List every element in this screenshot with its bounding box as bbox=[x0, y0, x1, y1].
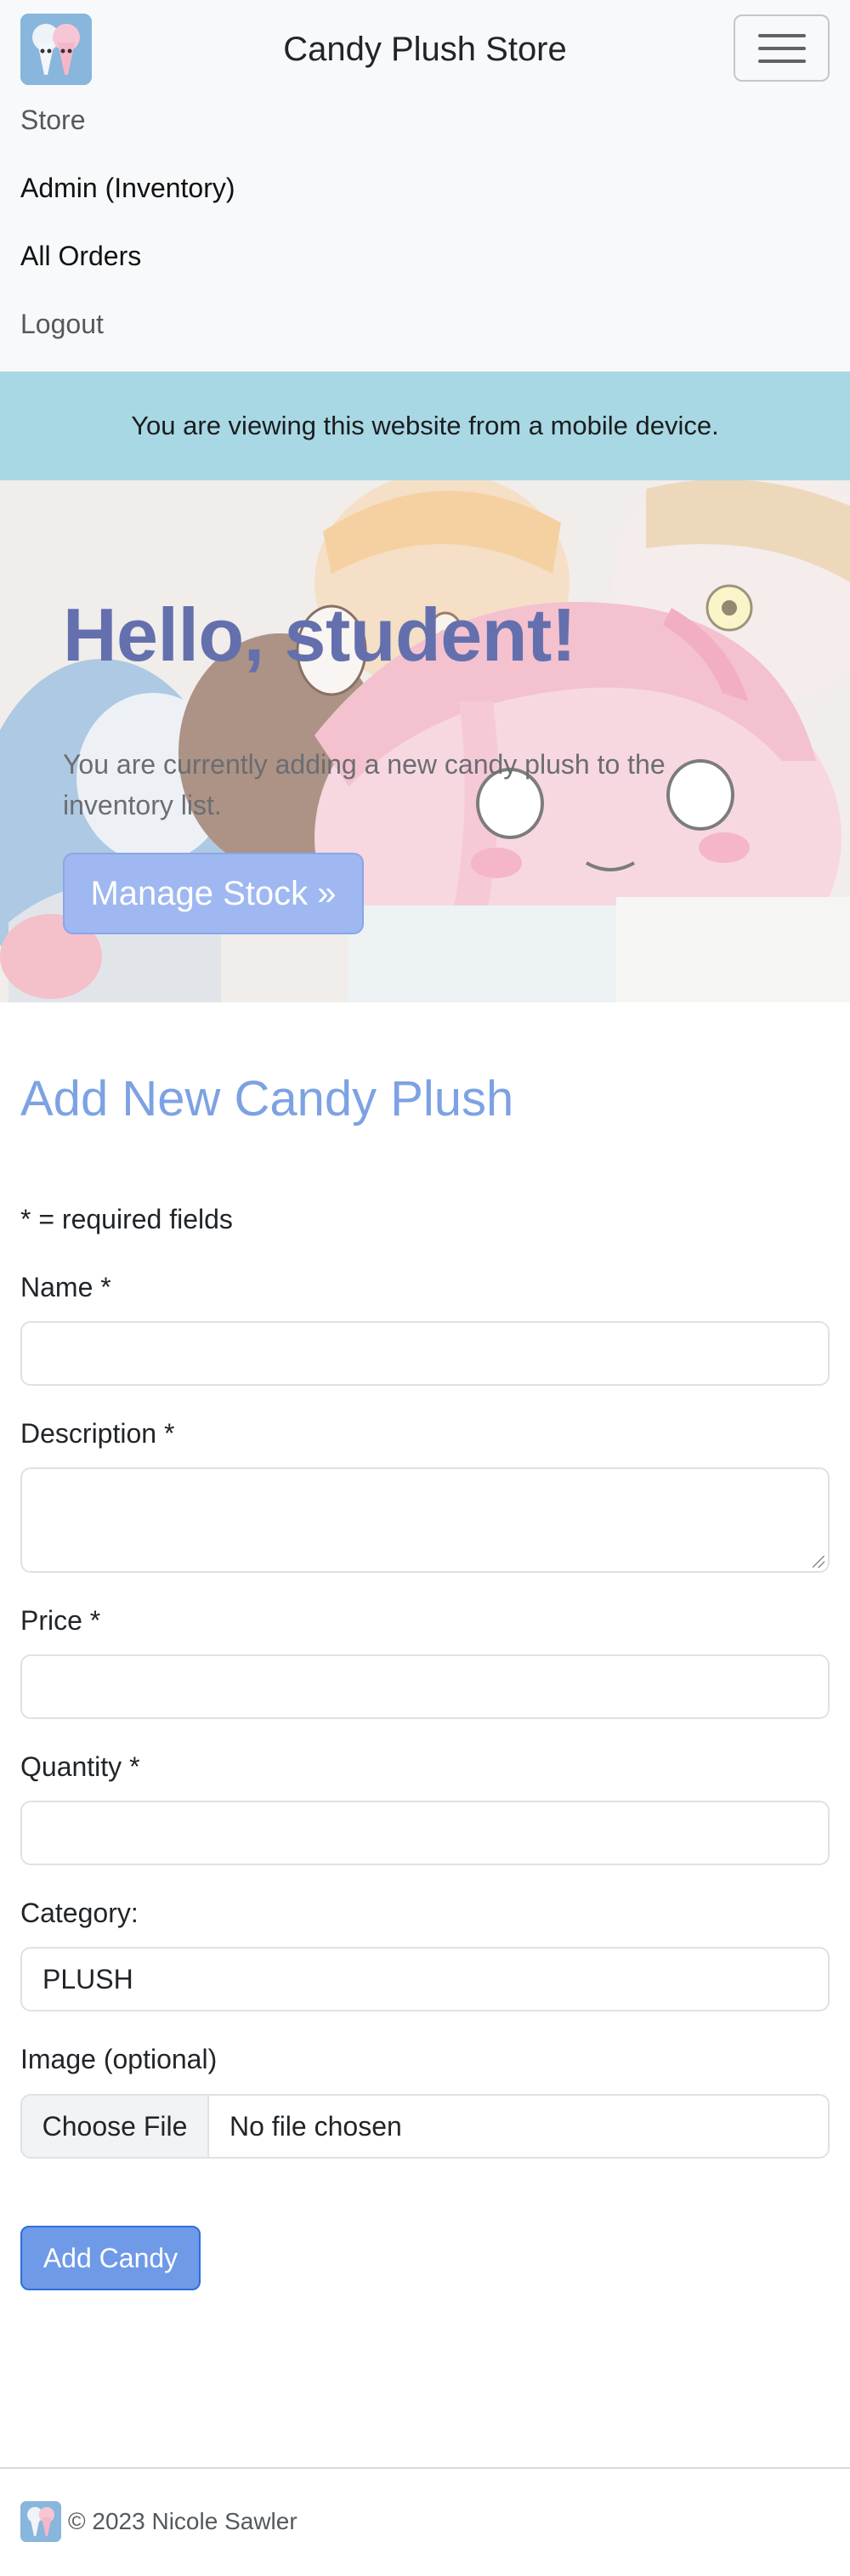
footer-copyright: © 2023 Nicole Sawler bbox=[68, 2508, 298, 2534]
price-label: Price * bbox=[20, 1605, 101, 1636]
alert-message: You are viewing this website from a mobi… bbox=[131, 411, 719, 440]
navbar: Candy Plush Store Store Admin (Inventory… bbox=[0, 0, 850, 372]
quantity-label: Quantity * bbox=[20, 1751, 140, 1782]
hamburger-menu-icon bbox=[757, 33, 806, 37]
quantity-input[interactable] bbox=[20, 1801, 830, 1865]
description-textarea[interactable] bbox=[20, 1467, 830, 1573]
description-label: Description * bbox=[20, 1418, 175, 1449]
image-file-input[interactable]: Choose File No file chosen bbox=[20, 2094, 830, 2159]
nav-link-store[interactable]: Store bbox=[20, 103, 85, 137]
resize-handle-icon[interactable] bbox=[813, 1556, 824, 1568]
nav-link-all-orders[interactable]: All Orders bbox=[20, 239, 141, 273]
price-input[interactable] bbox=[20, 1654, 830, 1719]
manage-stock-button[interactable]: Manage Stock » bbox=[63, 853, 364, 934]
footer-logo-icon bbox=[20, 2501, 61, 2542]
file-status: No file chosen bbox=[230, 2110, 402, 2142]
name-input[interactable] bbox=[20, 1321, 830, 1386]
image-label: Image (optional) bbox=[20, 2044, 218, 2074]
mobile-device-alert: You are viewing this website from a mobi… bbox=[0, 372, 850, 480]
choose-file-button[interactable]: Choose File bbox=[22, 2096, 209, 2157]
name-label: Name * bbox=[20, 1272, 111, 1302]
form-title: Add New Candy Plush bbox=[20, 1071, 514, 1126]
hero-text: You are currently adding a new candy plu… bbox=[63, 749, 666, 820]
nav-link-logout[interactable]: Logout bbox=[20, 307, 104, 341]
brand-title[interactable]: Candy Plush Store bbox=[0, 29, 850, 70]
hero-title: Hello, student! bbox=[63, 593, 576, 677]
category-input[interactable]: PLUSH bbox=[20, 1947, 830, 2011]
menu-toggle-button[interactable] bbox=[734, 14, 830, 82]
add-candy-button[interactable]: Add Candy bbox=[20, 2226, 201, 2290]
category-label: Category: bbox=[20, 1898, 139, 1928]
required-fields-note: * = required fields bbox=[20, 1204, 233, 1234]
footer-divider bbox=[0, 2467, 850, 2469]
nav-link-admin-inventory[interactable]: Admin (Inventory) bbox=[20, 171, 235, 205]
hero-banner: Hello, student! You are currently adding… bbox=[0, 480, 850, 1002]
